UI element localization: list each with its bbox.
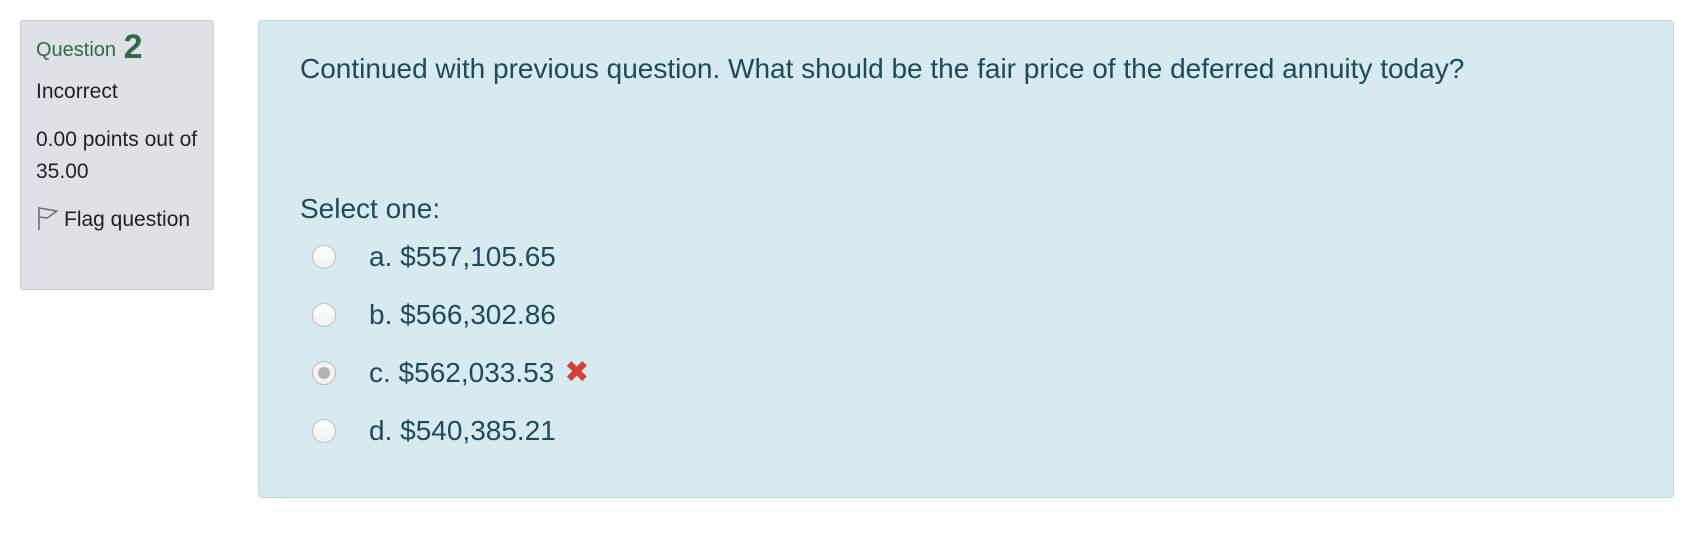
answer-options: a. $557,105.65 b. $566,302.86 c. $562,03… xyxy=(312,239,589,471)
flag-question-label: Flag question xyxy=(64,208,191,231)
question-info-panel: Question 2 Incorrect 0.00 points out of … xyxy=(20,20,214,290)
answer-prompt: Select one: xyxy=(300,193,441,224)
answer-option-d[interactable]: d. $540,385.21 xyxy=(312,413,589,471)
question-text: Continued with previous question. What s… xyxy=(300,53,1465,84)
answer-c-text: c. $562,033.53 xyxy=(369,357,555,388)
answer-d-radio[interactable] xyxy=(312,419,336,443)
answer-b-label[interactable]: b. $566,302.86 xyxy=(369,297,556,333)
question-label: Question xyxy=(36,39,117,61)
incorrect-icon: ✖ xyxy=(564,356,590,389)
answer-c-radio-selected[interactable] xyxy=(312,361,336,385)
flag-question-link[interactable]: Flag question xyxy=(36,204,198,236)
question-number: 2 xyxy=(123,28,143,66)
question-content-panel: Continued with previous question. What s… xyxy=(258,20,1674,498)
answer-option-b[interactable]: b. $566,302.86 xyxy=(312,297,589,355)
flag-icon xyxy=(36,205,60,231)
question-state: Incorrect xyxy=(36,80,118,103)
answer-a-label[interactable]: a. $557,105.65 xyxy=(369,239,556,275)
question-number-heading: Question 2 xyxy=(36,30,198,64)
question-grade: 0.00 points out of 35.00 xyxy=(36,128,198,183)
answer-option-a[interactable]: a. $557,105.65 xyxy=(312,239,589,297)
answer-option-c[interactable]: c. $562,033.53 ✖ xyxy=(312,355,589,413)
answer-d-label[interactable]: d. $540,385.21 xyxy=(369,413,556,449)
answer-b-radio[interactable] xyxy=(312,303,336,327)
answer-a-radio[interactable] xyxy=(312,245,336,269)
answer-c-label[interactable]: c. $562,033.53 ✖ xyxy=(369,355,589,391)
